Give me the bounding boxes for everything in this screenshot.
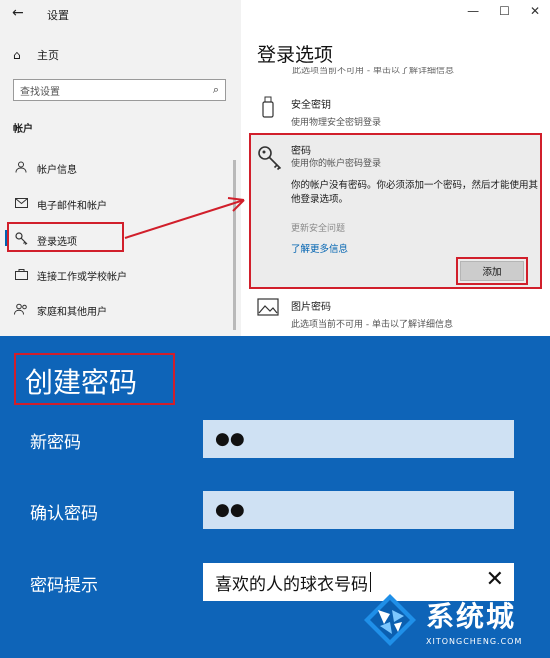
confirm-password-input[interactable]: ●●: [203, 491, 514, 529]
confirm-password-label: 确认密码: [30, 504, 98, 524]
new-password-label: 新密码: [30, 433, 81, 453]
dialog-title: 创建密码: [25, 366, 138, 399]
password-hint-value: 喜欢的人的球衣号码: [215, 574, 368, 595]
password-hint-label: 密码提示: [30, 576, 98, 596]
new-password-value: ●●: [215, 429, 245, 449]
watermark: 系统城 XITONGCHENG.COM: [362, 592, 522, 648]
arrow-annotation: [124, 197, 245, 239]
create-password-dialog: 创建密码 新密码 ●● 确认密码 ●● 密码提示 喜欢的人的球衣号码 ✕ 系统城…: [0, 336, 550, 658]
watermark-subtext: XITONGCHENG.COM: [426, 636, 523, 646]
text-caret: [370, 572, 371, 592]
settings-window: ← 设置 ⌂ 主页 查找设置 ⌕ 帐户 帐户信息 电子邮件和帐户 登录选项 连接…: [0, 0, 550, 336]
confirm-password-value: ●●: [215, 500, 245, 520]
watermark-logo-icon: [362, 592, 418, 648]
clear-icon[interactable]: ✕: [486, 567, 504, 592]
watermark-text: 系统城: [426, 599, 517, 633]
new-password-input[interactable]: ●●: [203, 420, 514, 458]
